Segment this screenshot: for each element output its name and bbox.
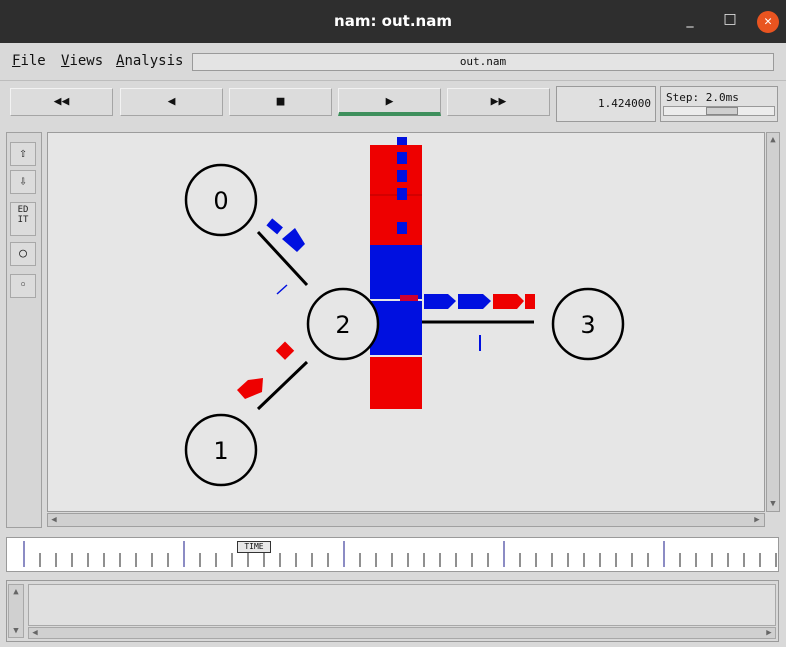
menu-views[interactable]: Views — [61, 53, 103, 69]
queue-red-bottom — [370, 357, 422, 409]
edit-label-line1: ED — [17, 205, 29, 215]
node-2-label: 2 — [335, 311, 350, 339]
menu-analysis-rest: nalysis — [124, 53, 184, 69]
zoom-in-icon[interactable]: ⇧ — [10, 142, 36, 166]
timeline-ticks — [23, 541, 777, 567]
packet-red — [493, 294, 524, 309]
play-button[interactable]: ▶ — [338, 88, 441, 116]
packet-red — [237, 378, 263, 399]
edit-label-line2: IT — [17, 215, 29, 225]
packet-blue — [397, 222, 407, 234]
canvas-horizontal-scrollbar[interactable] — [47, 513, 765, 527]
annotation-scroll-right-arrow[interactable]: ▶ — [764, 627, 774, 639]
step-slider-thumb[interactable] — [706, 107, 738, 115]
packet-blue — [397, 137, 407, 145]
packet-blue — [397, 152, 407, 164]
annotation-scroll-up-arrow[interactable]: ▲ — [10, 586, 22, 598]
fast-forward-button[interactable]: ▶▶ — [447, 88, 550, 116]
packet-blue — [266, 218, 283, 235]
link-1-2 — [256, 360, 309, 411]
scroll-up-arrow[interactable]: ▲ — [768, 134, 778, 146]
window-title: nam: out.nam — [334, 12, 452, 30]
time-marker[interactable]: TIME — [237, 541, 271, 553]
node-0-label: 0 — [213, 187, 228, 215]
maximize-button[interactable]: □ — [722, 11, 738, 29]
circle-tool-icon[interactable]: ○ — [10, 242, 36, 266]
dot-tool-icon[interactable]: ◦ — [10, 274, 36, 298]
menu-views-rest: iews — [69, 53, 104, 69]
current-time-display: 1.424000 — [556, 86, 656, 122]
step-label: Step: 2.0ms — [666, 91, 739, 104]
scroll-right-arrow[interactable]: ▶ — [752, 514, 762, 526]
annotation-scroll-down-arrow[interactable]: ▼ — [10, 625, 22, 637]
network-topology[interactable]: 0 1 2 3 — [47, 132, 765, 512]
annotation-list[interactable] — [28, 584, 776, 626]
step-back-button[interactable]: ◀ — [120, 88, 223, 116]
packet-blue — [397, 188, 407, 200]
scroll-left-arrow[interactable]: ◀ — [49, 514, 59, 526]
minimize-button[interactable]: _ — [682, 12, 698, 28]
packet-blue — [424, 294, 456, 309]
packet-blue — [458, 294, 491, 309]
zoom-out-icon[interactable]: ⇩ — [10, 170, 36, 194]
packet-red — [400, 295, 418, 301]
rewind-button[interactable]: ◀◀ — [10, 88, 113, 116]
packet-blue — [397, 170, 407, 182]
canvas-vertical-scrollbar[interactable] — [766, 132, 780, 512]
packet-red — [275, 341, 295, 360]
annotation-scroll-left-arrow[interactable]: ◀ — [30, 627, 40, 639]
packet-blue — [282, 228, 305, 252]
edit-button[interactable]: ED IT — [10, 202, 36, 236]
node-1-label: 1 — [213, 437, 228, 465]
stop-button[interactable]: ■ — [229, 88, 332, 116]
node-3-label: 3 — [580, 311, 595, 339]
packet-red — [525, 294, 535, 309]
menu-file[interactable]: File — [12, 53, 46, 69]
menu-file-rest: ile — [20, 53, 46, 69]
annotation-horizontal-scrollbar[interactable] — [28, 627, 776, 639]
close-button[interactable]: ✕ — [757, 11, 779, 33]
menu-analysis[interactable]: Analysis — [116, 53, 183, 69]
packet-blue-trace — [276, 284, 288, 295]
file-name-display: out.nam — [192, 53, 774, 71]
scroll-down-arrow[interactable]: ▼ — [768, 498, 778, 510]
